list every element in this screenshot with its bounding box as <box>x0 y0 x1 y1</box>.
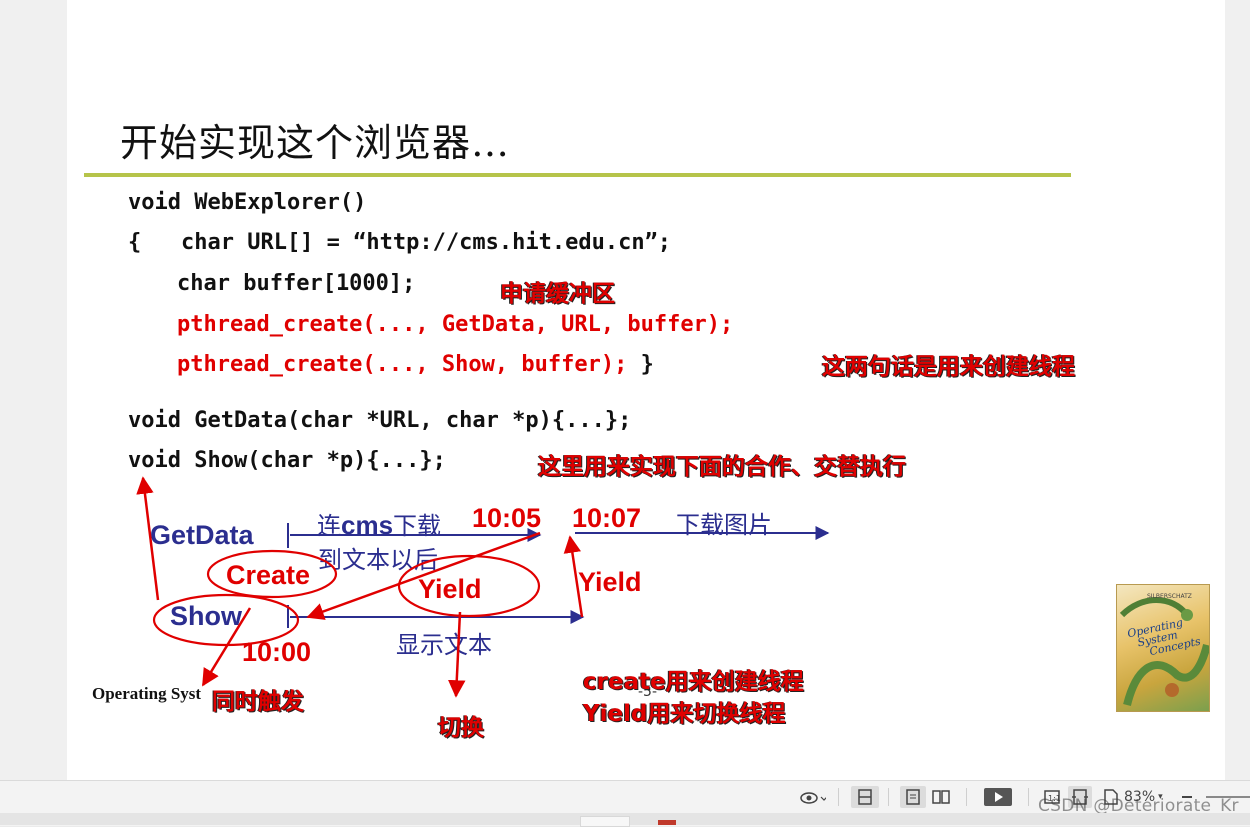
yield-arrow-to-show <box>306 531 541 620</box>
create-circle <box>206 549 338 599</box>
status-separator <box>966 788 967 806</box>
continuous-view-icon[interactable] <box>851 786 879 808</box>
bottom-tab[interactable] <box>580 816 630 827</box>
status-separator <box>888 788 889 806</box>
yield-arrow-to-getdata <box>563 535 584 618</box>
diagram-arrows <box>136 476 830 698</box>
single-page-icon[interactable] <box>900 786 926 808</box>
status-separator <box>1028 788 1029 806</box>
eye-protect-icon[interactable] <box>794 786 830 808</box>
status-separator <box>838 788 839 806</box>
arrow-to-show-func <box>136 476 160 601</box>
play-slideshow-icon[interactable] <box>982 786 1014 808</box>
arrow-same-time <box>201 607 252 687</box>
double-page-icon[interactable] <box>928 786 954 808</box>
bottom-indicator <box>658 820 676 825</box>
yield-circle <box>397 554 541 618</box>
show-circle <box>152 593 300 647</box>
arrow-switch <box>448 611 466 698</box>
